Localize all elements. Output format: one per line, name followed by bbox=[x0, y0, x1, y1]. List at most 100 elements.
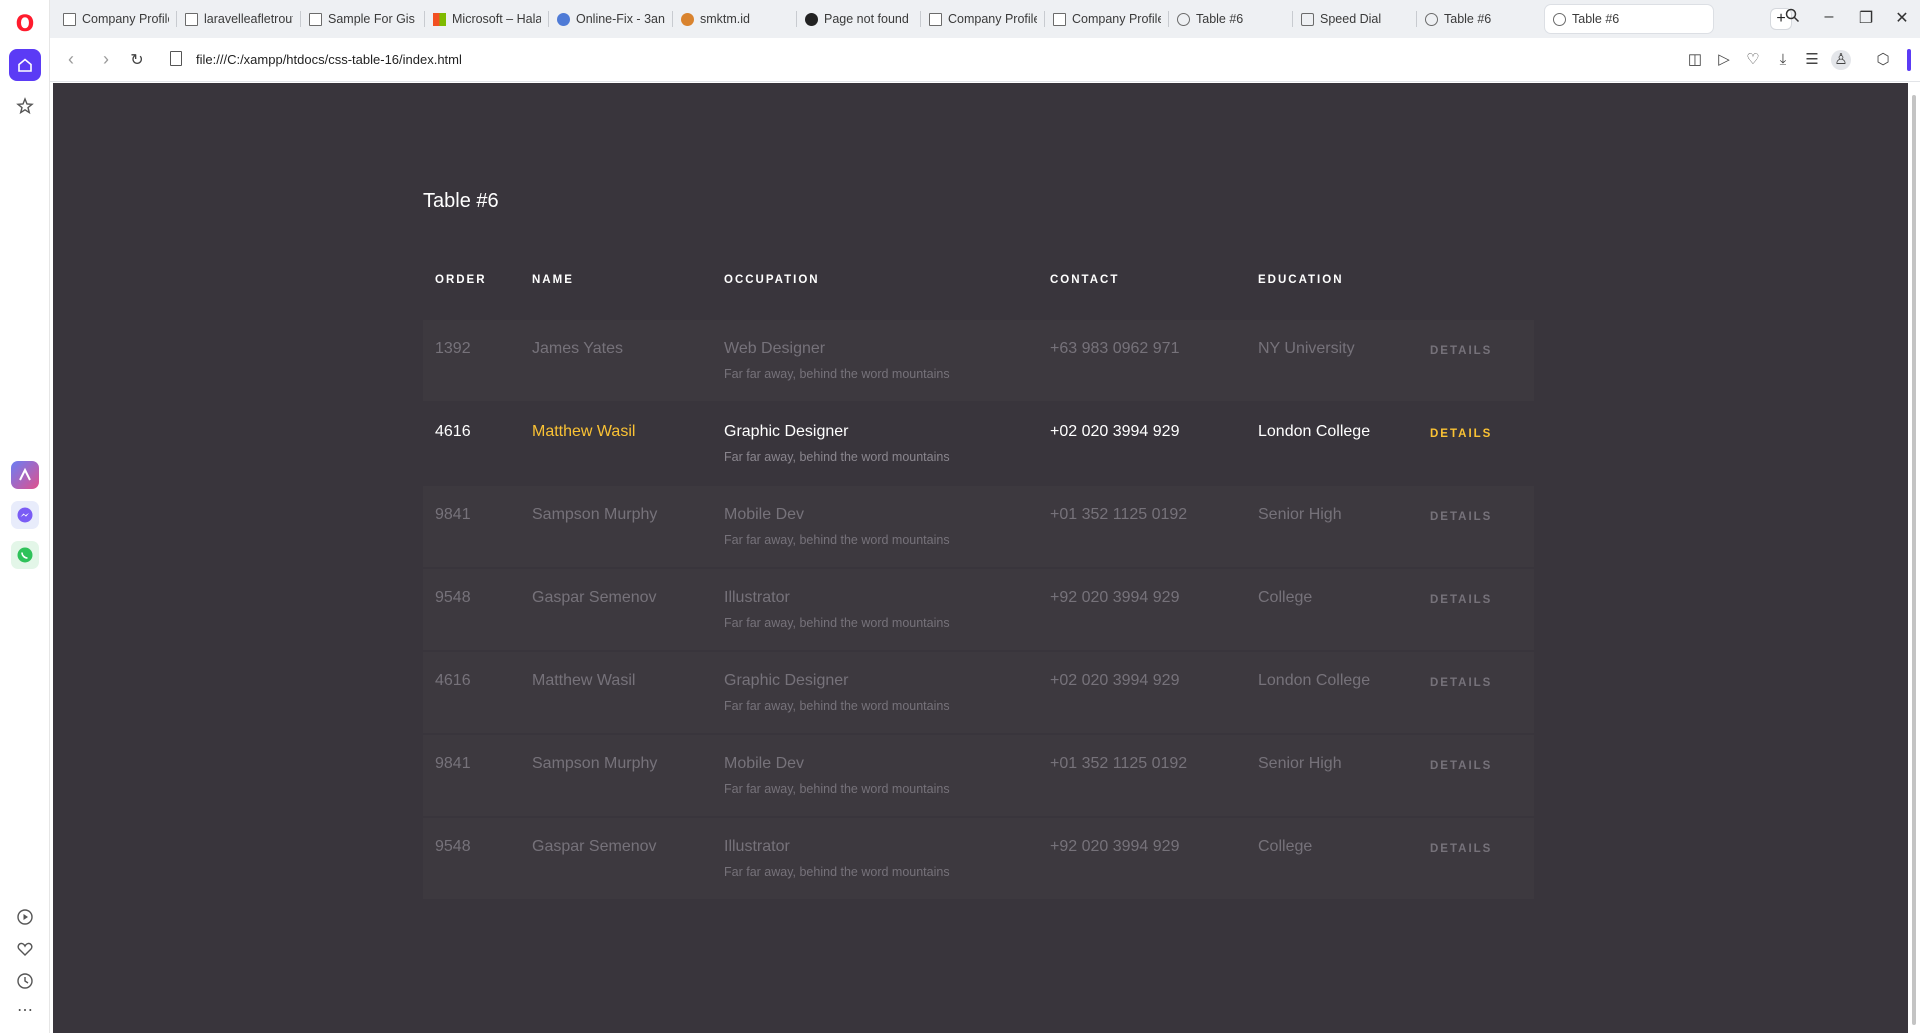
order-cell: 9548 bbox=[435, 838, 471, 855]
minimize-icon[interactable]: – bbox=[1817, 8, 1841, 26]
aria-app-icon[interactable] bbox=[11, 461, 39, 489]
restore-icon[interactable]: ❐ bbox=[1854, 8, 1878, 28]
scrollbar[interactable] bbox=[1908, 83, 1920, 1033]
order-cell: 4616 bbox=[435, 423, 471, 440]
occupation-cell: Graphic Designer bbox=[724, 672, 849, 689]
tab[interactable]: Online-Fix - 3any bbox=[549, 5, 673, 33]
contact-cell: +01 352 1125 0192 bbox=[1050, 755, 1188, 772]
table-row[interactable]: 9841 Sampson Murphy Mobile Dev Far far a… bbox=[423, 735, 1534, 816]
whatsapp-icon[interactable] bbox=[11, 541, 39, 569]
tab-label: Table #6 bbox=[1444, 12, 1492, 26]
contact-cell: +63 983 0962 971 bbox=[1050, 340, 1180, 357]
tab[interactable]: Company Profile bbox=[55, 5, 177, 33]
occupation-subtitle: Far far away, behind the word mountains bbox=[724, 450, 950, 464]
education-cell: Senior High bbox=[1258, 506, 1342, 523]
table-row[interactable]: 9841 Sampson Murphy Mobile Dev Far far a… bbox=[423, 486, 1534, 567]
page-title: Table #6 bbox=[423, 190, 499, 212]
site-icon bbox=[681, 12, 694, 26]
col-education: EDUCATION bbox=[1258, 274, 1344, 286]
globe-icon bbox=[1553, 12, 1566, 26]
tab[interactable]: Company Profile bbox=[921, 5, 1045, 33]
messenger-icon[interactable] bbox=[11, 501, 39, 529]
details-link[interactable]: DETAILS bbox=[1430, 428, 1492, 440]
tab-label: Sample For Gis AP bbox=[328, 12, 417, 26]
tab[interactable]: Sample For Gis AP bbox=[301, 5, 425, 33]
order-cell: 4616 bbox=[435, 672, 471, 689]
extensions-icon[interactable]: ⬡ bbox=[1873, 50, 1893, 70]
more-icon[interactable]: ⋯ bbox=[12, 997, 38, 1023]
tab-label: Online-Fix - 3any bbox=[576, 12, 665, 26]
details-link[interactable]: DETAILS bbox=[1430, 511, 1492, 523]
details-link[interactable]: DETAILS bbox=[1430, 843, 1492, 855]
occupation-subtitle: Far far away, behind the word mountains bbox=[724, 782, 950, 796]
tab[interactable]: Table #6 bbox=[1417, 5, 1541, 33]
tab[interactable]: smktm.id bbox=[673, 5, 797, 33]
order-cell: 9841 bbox=[435, 506, 471, 523]
download-icon[interactable]: ⤓ bbox=[1773, 50, 1793, 70]
globe-icon bbox=[1177, 12, 1190, 26]
table-row[interactable]: 1392 James Yates Web Designer Far far aw… bbox=[423, 320, 1534, 401]
tab[interactable]: Company Profile bbox=[1045, 5, 1169, 33]
tab-bar: Company Profile laravelleafletrouti Samp… bbox=[50, 0, 1920, 38]
search-tabs-icon[interactable] bbox=[1780, 8, 1804, 28]
contact-cell: +01 352 1125 0192 bbox=[1050, 506, 1188, 523]
tab-label: Company Profile bbox=[1072, 12, 1161, 26]
tab-label: Microsoft – Halam bbox=[452, 12, 541, 26]
history-icon[interactable] bbox=[12, 968, 38, 994]
tab[interactable]: Page not found · G bbox=[797, 5, 921, 33]
education-cell: London College bbox=[1258, 423, 1371, 440]
education-cell: London College bbox=[1258, 672, 1371, 689]
home-icon[interactable] bbox=[9, 49, 41, 81]
order-cell: 9841 bbox=[435, 755, 471, 772]
occupation-subtitle: Far far away, behind the word mountains bbox=[724, 699, 950, 713]
tab-active[interactable]: Table #6 bbox=[1545, 5, 1713, 33]
heart-icon[interactable]: ♡ bbox=[1743, 50, 1763, 70]
heart-icon[interactable] bbox=[12, 936, 38, 962]
name-cell: Matthew Wasil bbox=[532, 672, 636, 689]
camera-icon[interactable]: ◫ bbox=[1685, 50, 1705, 70]
close-icon[interactable]: ✕ bbox=[1890, 8, 1914, 28]
name-cell: Sampson Murphy bbox=[532, 506, 658, 523]
details-link[interactable]: DETAILS bbox=[1430, 345, 1492, 357]
send-icon[interactable]: ▷ bbox=[1714, 50, 1734, 70]
education-cell: NY University bbox=[1258, 340, 1355, 357]
easy-setup-icon[interactable]: ☰ bbox=[1802, 50, 1822, 70]
account-icon[interactable]: ♙ bbox=[1831, 50, 1851, 70]
name-cell: Gaspar Semenov bbox=[532, 838, 657, 855]
order-cell: 1392 bbox=[435, 340, 471, 357]
grid-icon bbox=[1301, 12, 1314, 26]
occupation-subtitle: Far far away, behind the word mountains bbox=[724, 865, 950, 879]
player-icon[interactable] bbox=[12, 904, 38, 930]
details-link[interactable]: DETAILS bbox=[1430, 594, 1492, 606]
col-order: ORDER bbox=[435, 274, 487, 286]
tab[interactable]: laravelleafletrouti bbox=[177, 5, 301, 33]
table-row[interactable]: 4616 Matthew Wasil Graphic Designer Far … bbox=[423, 403, 1534, 484]
tab[interactable]: Table #6 bbox=[1169, 5, 1293, 33]
microsoft-icon bbox=[433, 12, 446, 26]
table-row[interactable]: 4616 Matthew Wasil Graphic Designer Far … bbox=[423, 652, 1534, 733]
opera-logo-icon[interactable]: O bbox=[9, 8, 41, 40]
table-row[interactable]: 9548 Gaspar Semenov Illustrator Far far … bbox=[423, 818, 1534, 899]
scroll-thumb[interactable] bbox=[1912, 95, 1916, 1025]
address-bar: ‹ › ↻ file:///C:/xampp/htdocs/css-table-… bbox=[50, 38, 1920, 82]
contact-cell: +92 020 3994 929 bbox=[1050, 838, 1180, 855]
contact-cell: +92 020 3994 929 bbox=[1050, 589, 1180, 606]
star-icon[interactable] bbox=[9, 90, 41, 122]
details-link[interactable]: DETAILS bbox=[1430, 677, 1492, 689]
occupation-cell: Mobile Dev bbox=[724, 755, 805, 772]
back-icon[interactable]: ‹ bbox=[60, 49, 82, 70]
name-cell: Gaspar Semenov bbox=[532, 589, 657, 606]
table-row[interactable]: 9548 Gaspar Semenov Illustrator Far far … bbox=[423, 569, 1534, 650]
col-name: NAME bbox=[532, 274, 574, 286]
tab-label: Page not found · G bbox=[824, 12, 913, 26]
tab[interactable]: Speed Dial bbox=[1293, 5, 1417, 33]
url-field[interactable]: file:///C:/xampp/htdocs/css-table-16/ind… bbox=[196, 52, 462, 67]
details-link[interactable]: DETAILS bbox=[1430, 760, 1492, 772]
doc-icon bbox=[309, 12, 322, 26]
tab-label: Speed Dial bbox=[1320, 12, 1382, 26]
forward-icon[interactable]: › bbox=[95, 49, 117, 70]
doc-icon bbox=[63, 12, 76, 26]
tab[interactable]: Microsoft – Halam bbox=[425, 5, 549, 33]
table-header: ORDER NAME OCCUPATION CONTACT EDUCATION bbox=[53, 274, 1908, 290]
reload-icon[interactable]: ↻ bbox=[126, 50, 148, 70]
